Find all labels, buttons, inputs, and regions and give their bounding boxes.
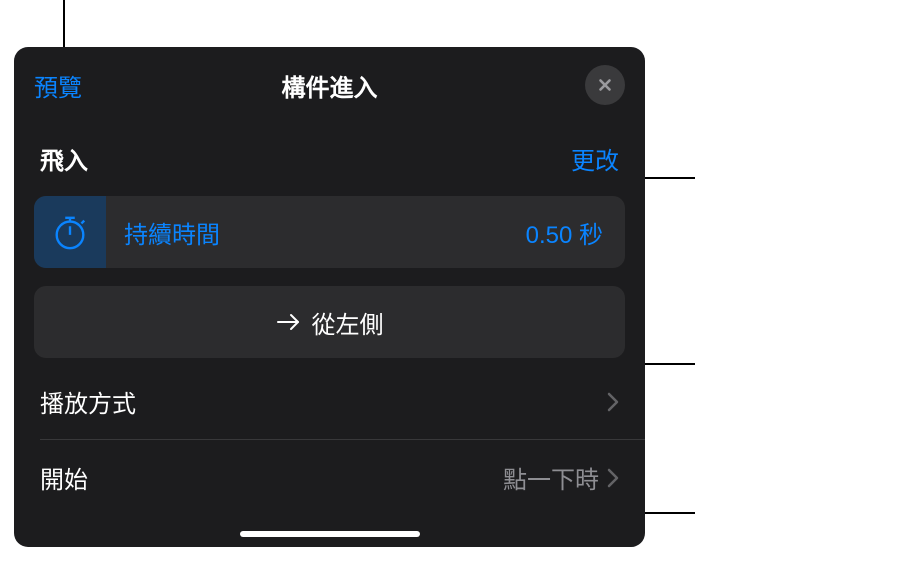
close-button[interactable]: [585, 65, 625, 105]
direction-label: 從左側: [312, 305, 384, 340]
delivery-label: 播放方式: [40, 384, 136, 419]
build-in-panel: 預覽 構件進入 飛入 更改 持續時間: [14, 47, 645, 547]
panel-title: 構件進入: [282, 68, 378, 103]
settings-group: 持續時間 0.50 秒 從左側: [14, 196, 645, 358]
row-accessory: [607, 392, 619, 412]
delivery-row[interactable]: 播放方式: [14, 358, 645, 439]
panel-header: 預覽 構件進入: [14, 47, 645, 117]
chevron-right-icon: [607, 392, 619, 412]
start-label: 開始: [40, 460, 88, 495]
row-accessory: 點一下時: [503, 460, 619, 495]
duration-row[interactable]: 持續時間 0.50 秒: [34, 196, 625, 268]
effect-name-label: 飛入: [40, 141, 88, 176]
arrow-right-icon: [276, 312, 302, 332]
preview-button[interactable]: 預覽: [34, 68, 82, 103]
duration-value: 0.50 秒: [526, 215, 625, 250]
home-indicator: [240, 531, 420, 537]
change-button[interactable]: 更改: [571, 141, 619, 176]
direction-button[interactable]: 從左側: [34, 286, 625, 358]
chevron-right-icon: [607, 468, 619, 488]
start-row[interactable]: 開始 點一下時: [14, 440, 645, 515]
duration-label: 持續時間: [106, 215, 526, 250]
start-value: 點一下時: [503, 460, 599, 495]
stopwatch-icon: [51, 213, 89, 251]
effect-row: 飛入 更改: [14, 117, 645, 196]
duration-icon-box: [34, 196, 106, 268]
close-icon: [596, 76, 614, 94]
